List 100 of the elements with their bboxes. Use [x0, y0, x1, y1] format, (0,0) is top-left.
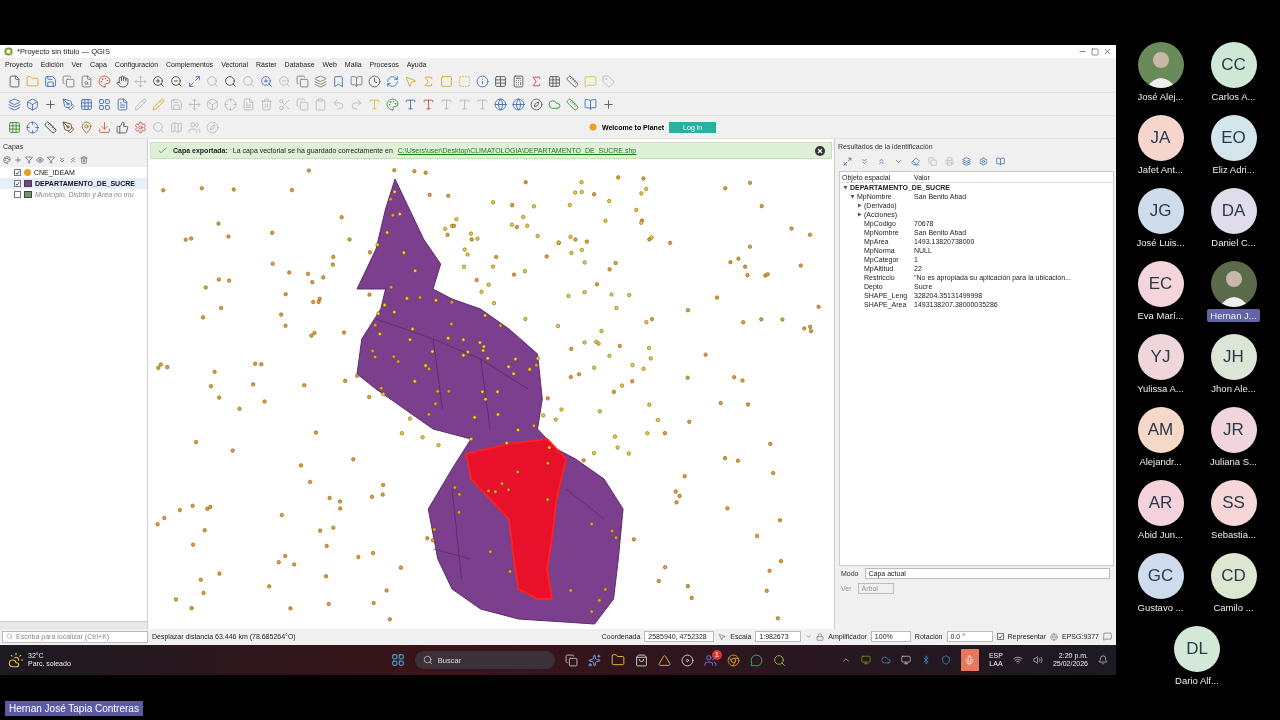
layer-tool-icon[interactable] — [36, 156, 44, 164]
crosshair-plus-icon[interactable] — [602, 97, 615, 111]
pin-icon[interactable] — [80, 120, 93, 134]
wifi-icon[interactable] — [1012, 655, 1023, 665]
zoom-full-icon[interactable] — [188, 74, 201, 88]
select-expression-icon[interactable] — [422, 74, 435, 88]
digitize-icon[interactable] — [62, 97, 75, 111]
chat-icon[interactable] — [749, 653, 763, 667]
label-pin-icon[interactable] — [404, 97, 417, 111]
attribute-table-icon[interactable] — [494, 74, 507, 88]
render-checkbox[interactable] — [996, 633, 1004, 640]
new-project-icon[interactable] — [8, 74, 21, 88]
crs-globe-icon[interactable] — [1050, 632, 1059, 641]
bookmarks-icon[interactable] — [350, 74, 363, 88]
vertex-tool-icon[interactable] — [224, 97, 237, 111]
bluetooth-icon[interactable] — [920, 655, 931, 665]
layer-tool-icon[interactable] — [58, 156, 66, 164]
label-rotate-icon[interactable] — [458, 97, 471, 111]
add-raster-icon[interactable] — [80, 97, 93, 111]
globe-icon[interactable] — [494, 97, 507, 111]
layer-tool-icon[interactable] — [47, 156, 55, 164]
start-icon[interactable] — [390, 653, 405, 667]
maximize-icon[interactable] — [1091, 47, 1099, 56]
zoom-last-icon[interactable] — [260, 74, 273, 88]
save-icon[interactable] — [44, 74, 57, 88]
cloud-icon[interactable] — [548, 97, 561, 111]
cut-icon[interactable] — [278, 97, 291, 111]
add-vector-icon[interactable] — [44, 97, 57, 111]
utm-grid-icon[interactable] — [8, 120, 21, 134]
copy-icon[interactable] — [62, 74, 75, 88]
copilot-icon[interactable] — [587, 653, 601, 667]
deselect-icon[interactable] — [440, 74, 453, 88]
layer-tool-icon[interactable] — [69, 156, 77, 164]
distance-icon[interactable] — [44, 120, 57, 134]
coordinate-toggle-icon[interactable] — [718, 632, 727, 641]
bookmark-icon[interactable] — [332, 74, 345, 88]
dropdown-icon[interactable] — [805, 633, 813, 640]
zoom-in-icon[interactable] — [152, 74, 165, 88]
shield-icon[interactable] — [940, 655, 951, 665]
identify-icon[interactable] — [476, 74, 489, 88]
tray-expand-icon[interactable] — [840, 655, 851, 665]
display-icon[interactable] — [900, 655, 911, 665]
pan-selection-icon[interactable] — [134, 74, 147, 88]
style-icon[interactable] — [98, 74, 111, 88]
zoom-layer-icon[interactable] — [206, 74, 219, 88]
identify-tool-icon[interactable] — [911, 156, 920, 166]
refresh-icon[interactable] — [386, 74, 399, 88]
thumbs-up-icon[interactable] — [116, 120, 129, 134]
volume-icon[interactable] — [1032, 655, 1043, 665]
map-view-icon[interactable] — [296, 74, 309, 88]
layer-checkbox[interactable] — [14, 180, 21, 187]
decorations-icon[interactable] — [314, 74, 327, 88]
field-calculator-icon[interactable] — [512, 74, 525, 88]
add-mesh-icon[interactable] — [98, 97, 111, 111]
layer-tool-icon[interactable] — [80, 156, 88, 164]
label-move-icon[interactable] — [440, 97, 453, 111]
compass-icon[interactable] — [530, 97, 543, 111]
grid-icon[interactable] — [548, 74, 561, 88]
layer-style-icon[interactable] — [386, 97, 399, 111]
weather-icon[interactable] — [8, 652, 24, 668]
file-explorer-icon[interactable] — [610, 653, 625, 667]
web-globe-icon[interactable] — [512, 97, 525, 111]
book-icon[interactable] — [584, 97, 597, 111]
identify-tool-icon[interactable] — [843, 156, 852, 166]
zoom-native-icon[interactable] — [242, 74, 255, 88]
zoom-out-icon[interactable] — [170, 74, 183, 88]
success-check-icon[interactable] — [157, 145, 168, 156]
identify-tool-icon[interactable] — [979, 156, 988, 166]
task-view-icon[interactable] — [564, 653, 578, 667]
scrollbar[interactable] — [0, 621, 147, 629]
app-icon[interactable] — [680, 653, 694, 667]
measure-icon[interactable] — [566, 74, 579, 88]
zoom-selection-icon[interactable] — [224, 74, 237, 88]
plugin-gear-icon[interactable] — [134, 120, 147, 134]
digitize-line-icon[interactable] — [188, 97, 201, 111]
label-change-icon[interactable] — [476, 97, 489, 111]
cloud-icon[interactable] — [880, 655, 891, 665]
expand-arrow-icon[interactable] — [857, 212, 862, 217]
gpu-icon[interactable] — [860, 655, 871, 665]
store-icon[interactable] — [634, 653, 648, 667]
statistics-icon[interactable] — [530, 74, 543, 88]
download-icon[interactable] — [98, 120, 111, 134]
notifications-icon[interactable] — [1098, 655, 1108, 665]
expand-arrow-icon[interactable] — [850, 194, 855, 199]
save-edits-icon[interactable] — [170, 97, 183, 111]
drive-icon[interactable] — [657, 653, 671, 667]
microphone-indicator[interactable] — [960, 649, 979, 671]
data-source-icon[interactable] — [8, 97, 21, 111]
expand-arrow-icon[interactable] — [857, 203, 862, 208]
toggle-editing-icon[interactable] — [152, 97, 165, 111]
lock-icon[interactable] — [816, 632, 825, 641]
clock-icon[interactable] — [368, 74, 381, 88]
pan-hand-icon[interactable] — [116, 74, 129, 88]
identify-tool-icon[interactable] — [962, 156, 971, 166]
messages-icon[interactable] — [1103, 632, 1112, 641]
open-folder-icon[interactable] — [26, 74, 39, 88]
identify-tool-icon[interactable] — [996, 156, 1005, 166]
browser-icon[interactable] — [726, 653, 740, 667]
label-hide-icon[interactable] — [422, 97, 435, 111]
layer-tool-icon[interactable] — [25, 156, 33, 164]
